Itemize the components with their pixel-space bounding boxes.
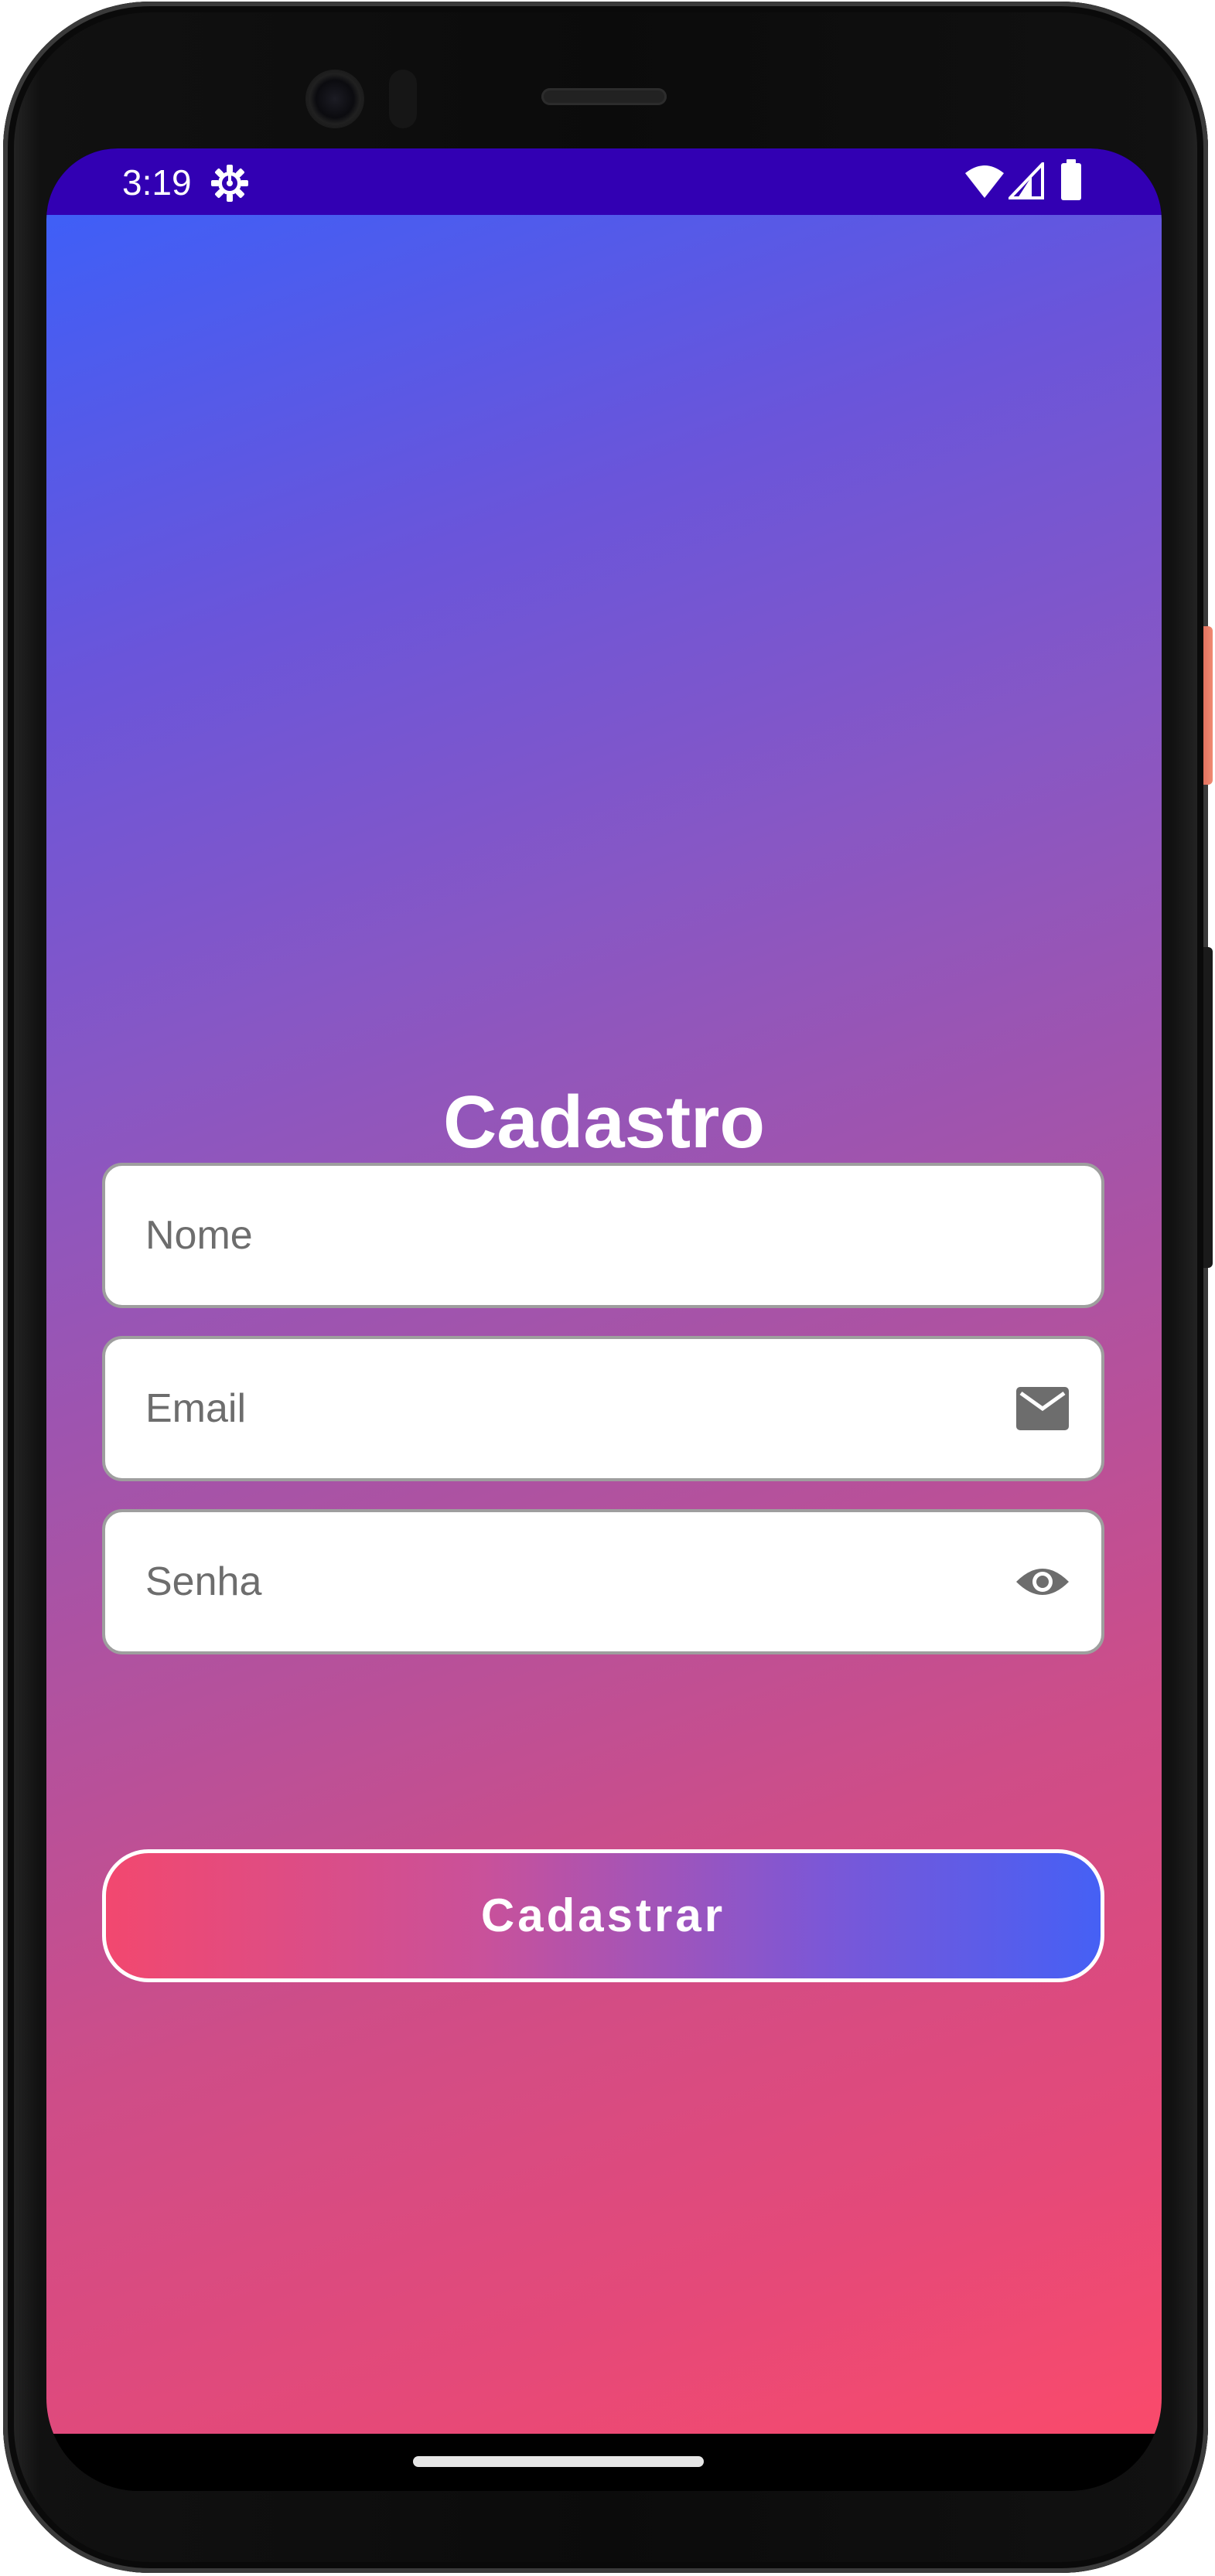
phone-device: 3:19 Cadastro Nome Email Cadastrar — [0, 0, 1215, 2576]
register-button[interactable]: Cadastrar — [102, 1849, 1104, 1982]
gear-icon — [210, 164, 249, 203]
home-indicator[interactable] — [413, 2456, 704, 2467]
earpiece-speaker — [541, 88, 667, 105]
signal-icon — [1006, 160, 1044, 199]
page-title: Cadastro — [442, 1081, 766, 1164]
name-input[interactable] — [145, 1166, 919, 1305]
screen: 3:19 Cadastro Nome Email Cadastrar — [46, 148, 1162, 2491]
email-input[interactable] — [145, 1339, 919, 1478]
volume-button — [1203, 947, 1213, 1268]
signup-screen: Cadastro Nome Email Cadastrar — [46, 215, 1162, 2434]
wifi-icon — [964, 162, 1005, 199]
eye-icon[interactable] — [1015, 1557, 1070, 1607]
email-field[interactable] — [102, 1336, 1104, 1481]
name-field[interactable] — [102, 1163, 1104, 1308]
front-camera — [305, 70, 364, 128]
mail-icon — [1015, 1384, 1070, 1433]
password-input[interactable] — [145, 1512, 919, 1651]
power-button — [1203, 626, 1213, 785]
battery-icon — [1060, 159, 1083, 201]
password-field[interactable] — [102, 1509, 1104, 1654]
status-bar: 3:19 — [46, 148, 1162, 215]
status-time: 3:19 — [122, 162, 192, 203]
camera-sensor — [389, 70, 417, 128]
